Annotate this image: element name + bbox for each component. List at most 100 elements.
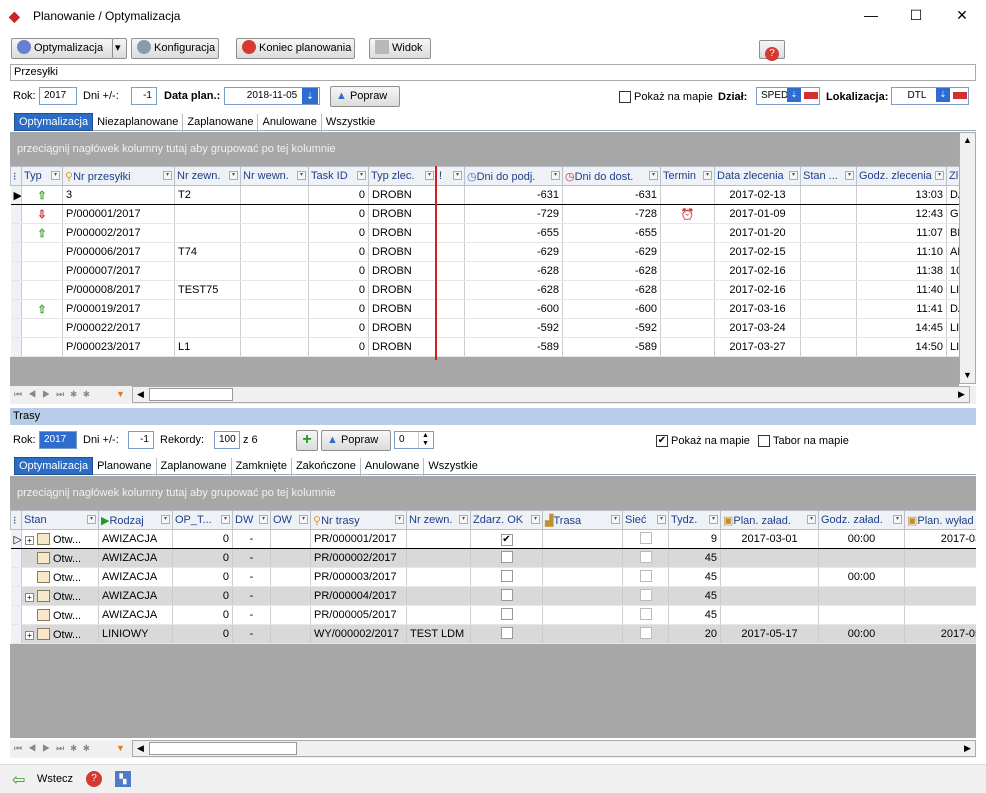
order-time-cell[interactable]: 13:03 bbox=[856, 185, 947, 205]
col-dw[interactable]: DW ▾ bbox=[232, 510, 271, 530]
routes-year-input[interactable]: 2017 bbox=[39, 431, 77, 449]
load-time-cell[interactable] bbox=[818, 586, 905, 606]
state-cell[interactable] bbox=[800, 337, 857, 357]
row-indicator[interactable] bbox=[10, 605, 22, 625]
event-ok-checkbox[interactable]: ✔ bbox=[500, 533, 513, 546]
table-row[interactable]: P/000006/2017 T74 0 DROBN -629 -629 2017… bbox=[10, 242, 959, 262]
state-cell[interactable] bbox=[800, 204, 857, 224]
route-kind-cell[interactable]: AWIZACJA bbox=[98, 567, 173, 587]
flag-cell[interactable] bbox=[436, 280, 465, 300]
shipment-no-cell[interactable]: P/000019/2017 bbox=[62, 299, 175, 319]
filter-icon[interactable]: ▾ bbox=[649, 171, 658, 180]
task-id-cell[interactable]: 0 bbox=[308, 261, 369, 281]
client-cell[interactable]: 10 bbox=[946, 261, 959, 281]
plan-unload-cell[interactable]: 2017-05-17 bbox=[904, 624, 976, 644]
load-time-cell[interactable] bbox=[818, 548, 905, 568]
order-type-cell[interactable]: DROBN bbox=[368, 318, 437, 338]
filter-icon[interactable]: ▾ bbox=[459, 515, 468, 524]
filter-icon[interactable]: ▾ bbox=[845, 171, 854, 180]
col-shipment-no[interactable]: ⚲Nr przesyłki ▾ bbox=[62, 166, 175, 186]
plan-load-cell[interactable]: 2017-05-17 bbox=[720, 624, 819, 644]
add-route-button[interactable]: + bbox=[296, 430, 318, 451]
flag-cell[interactable] bbox=[436, 337, 465, 357]
col-type[interactable]: Typ ▾ bbox=[21, 166, 63, 186]
flag-cell[interactable] bbox=[436, 318, 465, 338]
route-ext-no-cell[interactable] bbox=[406, 548, 471, 568]
ext-no-cell[interactable] bbox=[174, 223, 241, 243]
filter-icon[interactable]: ▾ bbox=[163, 171, 172, 180]
days-pickup-cell[interactable]: -592 bbox=[464, 318, 563, 338]
load-time-cell[interactable]: 00:00 bbox=[818, 567, 905, 587]
op-type-cell[interactable]: 0 bbox=[172, 586, 233, 606]
row-indicator[interactable] bbox=[10, 242, 22, 262]
table-row[interactable]: Otw... AWIZACJA 0 - PR/000005/2017 45 bbox=[10, 605, 976, 625]
route-kind-cell[interactable]: LINIOWY bbox=[98, 624, 173, 644]
col-order-date[interactable]: Data zlecenia ▾ bbox=[714, 166, 801, 186]
col-ow[interactable]: OW ▾ bbox=[270, 510, 311, 530]
order-time-cell[interactable]: 12:43 bbox=[856, 204, 947, 224]
col-ext-no[interactable]: Nr zewn. ▾ bbox=[174, 166, 241, 186]
filter-icon[interactable]: ▾ bbox=[703, 171, 712, 180]
deadline-cell[interactable] bbox=[660, 280, 715, 300]
network-checkbox[interactable] bbox=[639, 626, 652, 639]
spin-arrows-icon[interactable]: ▲ ▼ bbox=[418, 432, 432, 448]
week-cell[interactable]: 9 bbox=[668, 529, 721, 549]
event-ok-cell[interactable] bbox=[470, 567, 543, 587]
ow-cell[interactable] bbox=[270, 605, 311, 625]
client-cell[interactable]: LI bbox=[946, 318, 959, 338]
scroll-thumb[interactable] bbox=[149, 742, 297, 755]
plan-load-cell[interactable]: 2017-03-01 bbox=[720, 529, 819, 549]
tab-routes-all[interactable]: Wszystkie bbox=[424, 458, 482, 476]
filter-icon[interactable]: ▾ bbox=[551, 171, 560, 180]
shipment-no-cell[interactable]: 3 bbox=[62, 185, 175, 205]
network-cell[interactable] bbox=[622, 567, 669, 587]
scroll-right-icon[interactable]: ▶ bbox=[954, 387, 969, 402]
routes-days-input[interactable]: -1 bbox=[128, 431, 154, 449]
col-route[interactable]: ▟Trasa ▾ bbox=[542, 510, 623, 530]
shipment-no-cell[interactable]: P/000006/2017 bbox=[62, 242, 175, 262]
col-route-kind[interactable]: ▶Rodzaj ▾ bbox=[98, 510, 173, 530]
route-cell[interactable] bbox=[542, 586, 623, 606]
row-indicator[interactable] bbox=[10, 337, 22, 357]
filter-icon[interactable]: ▾ bbox=[453, 171, 462, 180]
state-cell[interactable] bbox=[800, 280, 857, 300]
table-row[interactable]: P/000022/2017 0 DROBN -592 -592 2017-03-… bbox=[10, 318, 959, 338]
filter-icon[interactable]: ▾ bbox=[87, 515, 96, 524]
order-type-cell[interactable]: DROBN bbox=[368, 261, 437, 281]
int-no-cell[interactable] bbox=[240, 204, 309, 224]
routes-filter-funnel-icon[interactable]: ▼ bbox=[116, 743, 125, 753]
flag-cell[interactable] bbox=[436, 204, 465, 224]
days-pickup-cell[interactable]: -628 bbox=[464, 280, 563, 300]
order-time-cell[interactable]: 11:41 bbox=[856, 299, 947, 319]
order-date-cell[interactable]: 2017-02-16 bbox=[714, 280, 801, 300]
deadline-cell[interactable] bbox=[660, 242, 715, 262]
ext-no-cell[interactable] bbox=[174, 299, 241, 319]
deadline-cell[interactable] bbox=[660, 185, 715, 205]
route-cell[interactable] bbox=[542, 605, 623, 625]
order-type-cell[interactable]: DROBN bbox=[368, 337, 437, 357]
int-no-cell[interactable] bbox=[240, 299, 309, 319]
days-delivery-cell[interactable]: -589 bbox=[562, 337, 661, 357]
days-delivery-cell[interactable]: -592 bbox=[562, 318, 661, 338]
tab-routes-closed[interactable]: Zamknięte bbox=[232, 458, 292, 476]
order-time-cell[interactable]: 11:38 bbox=[856, 261, 947, 281]
tab-cancelled[interactable]: Anulowane bbox=[258, 114, 322, 132]
dw-cell[interactable]: - bbox=[232, 529, 271, 549]
route-state-cell[interactable]: + Otw... bbox=[21, 529, 99, 549]
table-row[interactable]: ⇩ P/000001/2017 0 DROBN -729 -728 ⏰ 2017… bbox=[10, 204, 959, 224]
tab-all[interactable]: Wszystkie bbox=[322, 114, 380, 132]
expand-icon[interactable]: + bbox=[25, 630, 34, 640]
plan-unload-cell[interactable] bbox=[904, 605, 976, 625]
routes-fix-button[interactable]: ▲ Popraw bbox=[321, 430, 391, 451]
shipment-no-cell[interactable]: P/000022/2017 bbox=[62, 318, 175, 338]
optimize-dropdown-button[interactable]: ▾ bbox=[112, 38, 127, 59]
filter-icon[interactable]: ▾ bbox=[395, 515, 404, 524]
week-cell[interactable]: 45 bbox=[668, 586, 721, 606]
order-type-cell[interactable]: DROBN bbox=[368, 204, 437, 224]
op-type-cell[interactable]: 0 bbox=[172, 567, 233, 587]
route-no-cell[interactable]: PR/000001/2017 bbox=[310, 529, 407, 549]
route-no-cell[interactable]: PR/000003/2017 bbox=[310, 567, 407, 587]
col-route-no[interactable]: ⚲Nr trasy ▾ bbox=[310, 510, 407, 530]
network-checkbox[interactable] bbox=[639, 531, 652, 544]
deadline-cell[interactable] bbox=[660, 261, 715, 281]
